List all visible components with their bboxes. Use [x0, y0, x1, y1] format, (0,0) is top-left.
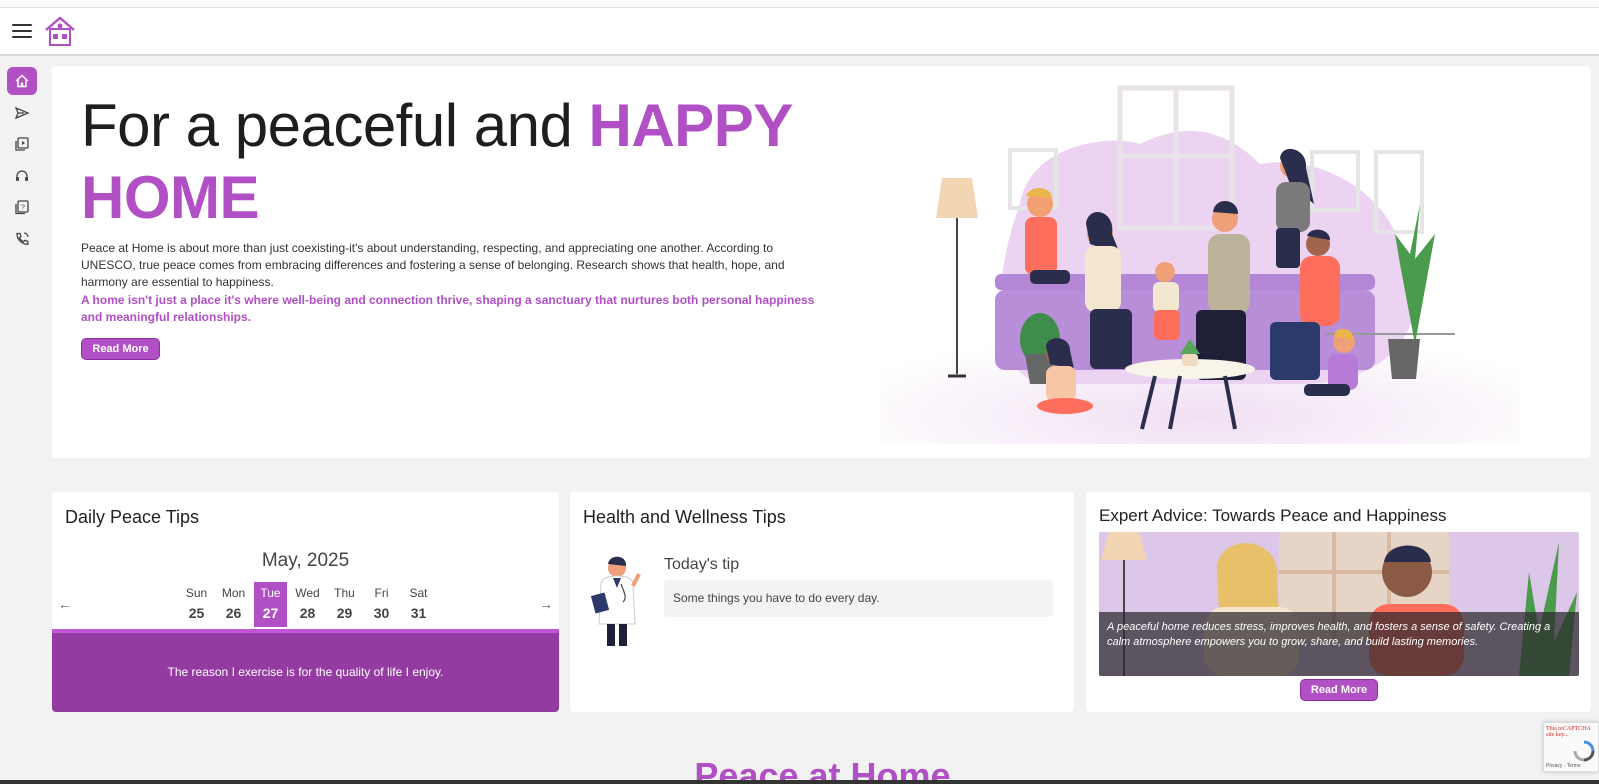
- hero-section: For a peaceful and HAPPY HOME Peace at H…: [52, 66, 1591, 458]
- expert-advice-card: Expert Advice: Towards Peace and Happine…: [1086, 492, 1591, 712]
- day-date: 27: [262, 605, 279, 621]
- expert-advice-image: A peaceful home reduces stress, improves…: [1099, 532, 1579, 676]
- day-date: 30: [373, 605, 390, 621]
- day-mon[interactable]: Mon 26: [215, 582, 252, 627]
- day-date: 29: [336, 605, 353, 621]
- sidebar-item-faq[interactable]: ?: [7, 193, 37, 221]
- day-wed[interactable]: Wed 28: [289, 582, 326, 627]
- sidebar-item-videos[interactable]: [7, 130, 37, 158]
- todays-tip-text: Some things you have to do every day.: [664, 580, 1053, 617]
- help-book-icon: ?: [15, 200, 29, 215]
- day-date: 31: [410, 605, 427, 621]
- day-sun[interactable]: Sun 25: [178, 582, 215, 627]
- day-sat[interactable]: Sat 31: [400, 582, 437, 627]
- browser-strip: [0, 0, 1599, 8]
- top-bar: [0, 0, 1599, 56]
- health-wellness-card: Health and Wellness Tips Today's tip Som…: [570, 492, 1074, 712]
- calendar-month: May, 2025: [261, 550, 350, 571]
- daily-peace-tips-card: Daily Peace Tips May, 2025 ← → Sun 25 Mon…: [52, 492, 559, 712]
- family-illustration: [880, 85, 1520, 444]
- todays-tip-label: Today's tip: [664, 556, 740, 573]
- expert-advice-caption: A peaceful home reduces stress, improves…: [1099, 612, 1579, 676]
- svg-text:?: ?: [21, 205, 25, 212]
- hero-title-plain: For a peaceful and: [81, 92, 589, 159]
- day-tue-selected[interactable]: Tue 27: [254, 582, 287, 627]
- recaptcha-icon: [1573, 740, 1595, 762]
- day-thu[interactable]: Thu 29: [326, 582, 363, 627]
- daily-quote: The reason I exercise is for the quality…: [167, 665, 444, 679]
- prev-week-arrow-icon[interactable]: ←: [58, 596, 72, 612]
- quote-panel: The reason I exercise is for the quality…: [52, 629, 559, 712]
- expert-read-more-button[interactable]: Read More: [1300, 679, 1378, 701]
- home-icon: [15, 74, 29, 88]
- sidebar-item-home[interactable]: [7, 67, 37, 95]
- hamburger-icon[interactable]: [12, 24, 32, 39]
- hero-title: For a peaceful and HAPPY HOME: [81, 90, 841, 234]
- house-logo-icon[interactable]: [43, 15, 77, 47]
- video-library-icon: [15, 137, 29, 151]
- expert-advice-title: Expert Advice: Towards Peace and Happine…: [1099, 506, 1447, 525]
- sidebar-item-contact[interactable]: [7, 225, 37, 253]
- recaptcha-badge[interactable]: This reCAPTCHA site key... Privacy - Ter…: [1543, 722, 1599, 772]
- hero-read-more-button[interactable]: Read More: [81, 338, 160, 360]
- day-name: Wed: [295, 586, 320, 600]
- daily-tips-title: Daily Peace Tips: [65, 507, 200, 527]
- sidebar-item-support[interactable]: [7, 162, 37, 190]
- doctor-illustration: [590, 556, 641, 646]
- phone-icon: [16, 232, 29, 245]
- day-date: 25: [188, 605, 205, 621]
- day-name: Fri: [374, 586, 389, 600]
- day-name: Sun: [185, 586, 208, 600]
- day-name: Thu: [334, 586, 355, 600]
- paper-plane-icon: [14, 106, 30, 120]
- next-week-arrow-icon[interactable]: →: [539, 596, 553, 612]
- week-days: Sun 25 Mon 26 Tue 27 Wed 28 Thu 29 Fri 30 Sat 3…: [178, 582, 437, 627]
- day-fri[interactable]: Fri 30: [363, 582, 400, 627]
- sidebar-item-messages[interactable]: [7, 99, 37, 127]
- day-name: Tue: [260, 586, 281, 600]
- day-name: Sat: [409, 586, 428, 600]
- health-tips-title: Health and Wellness Tips: [583, 507, 786, 527]
- bottom-scrollbar[interactable]: [0, 780, 1599, 784]
- day-date: 28: [299, 605, 316, 621]
- recaptcha-terms[interactable]: Privacy - Terms: [1546, 763, 1580, 769]
- hero-highlight: A home isn't just a place it's where wel…: [81, 293, 815, 324]
- headset-icon: [16, 170, 28, 181]
- hero-description: Peace at Home is about more than just co…: [81, 241, 785, 289]
- day-date: 26: [225, 605, 242, 621]
- day-name: Mon: [221, 586, 246, 600]
